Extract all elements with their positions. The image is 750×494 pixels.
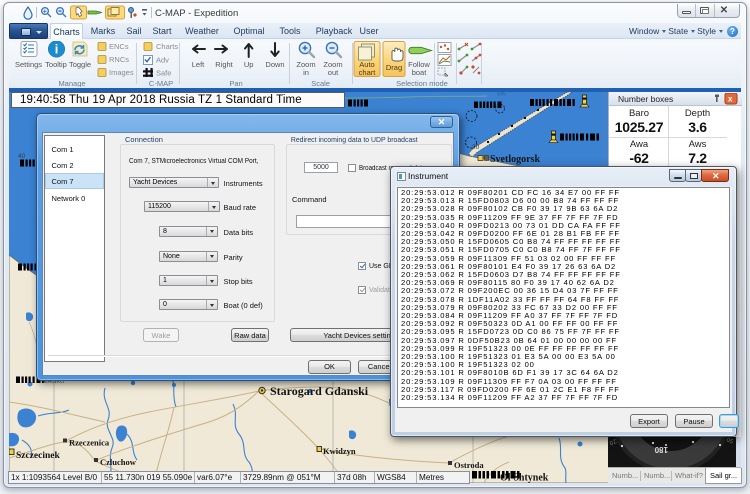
svg-text:Selection mode: Selection mode — [396, 79, 448, 87]
svg-text:Scale: Scale — [311, 79, 330, 87]
svg-text:Kwidzyn: Kwidzyn — [323, 446, 356, 456]
svg-text:595: 595 — [497, 92, 506, 98]
svg-text:Tooltip: Tooltip — [45, 60, 67, 69]
svg-text:180: 180 — [654, 445, 668, 454]
svg-text:Adv: Adv — [156, 56, 169, 65]
svg-text:Szczecinek: Szczecinek — [16, 451, 61, 461]
svg-text:Drag: Drag — [386, 63, 402, 72]
svg-text:Czluchow: Czluchow — [100, 457, 137, 467]
svg-text:Left: Left — [192, 60, 205, 69]
svg-text:+: + — [43, 10, 47, 16]
svg-text:Starogard Gdanski: Starogard Gdanski — [270, 384, 369, 398]
svg-text:Ostroda: Ostroda — [454, 460, 484, 470]
svg-text:Charts: Charts — [156, 42, 178, 51]
svg-text:C-MAP: C-MAP — [149, 79, 173, 87]
svg-text:Up: Up — [244, 60, 254, 69]
svg-text:Images: Images — [109, 68, 134, 77]
svg-text:Right: Right — [215, 60, 233, 69]
svg-text:ENCs: ENCs — [109, 42, 129, 51]
svg-text:out: out — [328, 68, 339, 77]
svg-text:Ol'Shtynek: Ol'Shtynek — [500, 473, 549, 484]
svg-text:Settings: Settings — [15, 60, 42, 69]
svg-text:Manage: Manage — [58, 79, 85, 87]
svg-text:Rzeczenica: Rzeczenica — [69, 438, 110, 448]
svg-text:Svetlogorsk: Svetlogorsk — [490, 154, 540, 165]
svg-text:RNCs: RNCs — [109, 55, 129, 64]
svg-text:i: i — [55, 42, 59, 57]
svg-text:Pan: Pan — [229, 79, 242, 87]
svg-text:boat: boat — [412, 68, 428, 77]
svg-text:05: 05 — [725, 438, 734, 446]
svg-text:chart: chart — [359, 68, 377, 77]
svg-text:20: 20 — [472, 144, 480, 151]
svg-text:Toggle: Toggle — [69, 60, 91, 69]
svg-text:Down: Down — [265, 60, 284, 69]
svg-text:in: in — [303, 68, 309, 77]
svg-text:40: 40 — [18, 153, 26, 160]
svg-text:x: x — [728, 95, 733, 104]
svg-text:Safe: Safe — [156, 69, 171, 78]
